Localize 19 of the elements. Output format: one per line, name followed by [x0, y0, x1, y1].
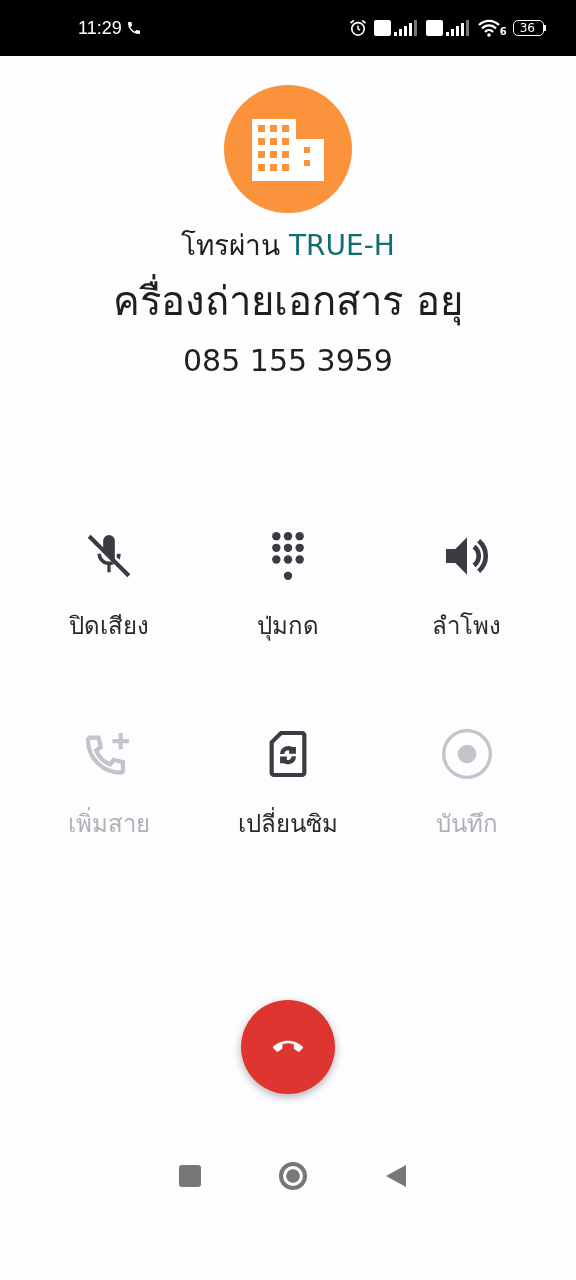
- contact-name: ครื่องถ่ายเอกสาร อยุ: [113, 269, 463, 333]
- clock: 11:29: [78, 17, 122, 39]
- back-button[interactable]: [385, 1164, 407, 1188]
- phone-number: 085 155 3959: [183, 343, 393, 378]
- wifi-icon: [477, 19, 500, 37]
- home-button[interactable]: [279, 1162, 307, 1190]
- phone-icon: [125, 20, 142, 36]
- call-control-button[interactable]: ปิดเสียง: [20, 528, 199, 678]
- volte-signal-icon: [425, 19, 472, 37]
- end-call-button[interactable]: [241, 1000, 335, 1094]
- wifi-label: 6: [499, 26, 507, 37]
- call-control-button[interactable]: เปลี่ยนซิม: [198, 726, 378, 876]
- call-control-button[interactable]: ปุ่มกด: [198, 528, 378, 678]
- call-control-button[interactable]: ลำโพง: [377, 528, 556, 678]
- call-via-text: โทรผ่าน TRUE-H: [181, 228, 395, 264]
- volte-signal-icon: [373, 19, 420, 37]
- battery-indicator: 36: [512, 20, 544, 36]
- alarm-icon: [347, 18, 368, 38]
- building-avatar-icon: [224, 85, 352, 213]
